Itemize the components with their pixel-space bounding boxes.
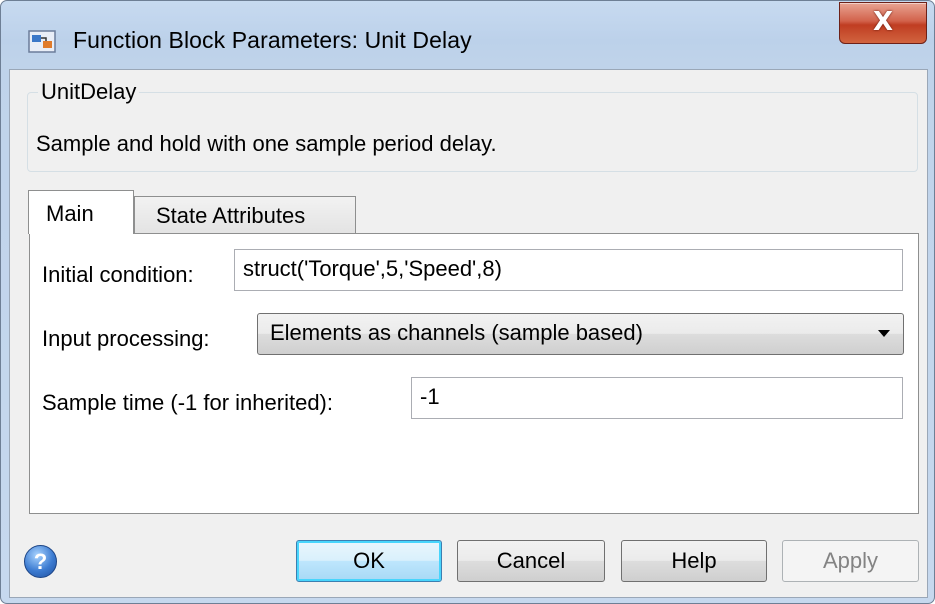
block-description: Sample and hold with one sample period d… xyxy=(36,131,497,156)
block-description-group: UnitDelay Sample and hold with one sampl… xyxy=(27,79,918,172)
sample-time-label: Sample time (-1 for inherited): xyxy=(42,390,333,415)
help-button[interactable]: Help xyxy=(621,540,767,582)
ok-button[interactable]: OK xyxy=(296,540,442,582)
input-processing-value: Elements as channels (sample based) xyxy=(270,320,643,345)
help-circle-icon[interactable]: ? xyxy=(24,545,57,578)
tab-main-label: Main xyxy=(46,201,94,226)
initial-condition-label: Initial condition: xyxy=(42,262,194,287)
title-bar[interactable]: Function Block Parameters: Unit Delay X xyxy=(1,1,934,67)
close-icon: X xyxy=(872,7,894,37)
sample-time-value: -1 xyxy=(420,384,440,409)
sample-time-field[interactable]: -1 xyxy=(411,377,903,419)
window-title: Function Block Parameters: Unit Delay xyxy=(73,27,472,53)
cancel-button[interactable]: Cancel xyxy=(457,540,605,582)
tab-state-attributes-label: State Attributes xyxy=(156,203,306,228)
tab-state-attributes[interactable]: State Attributes xyxy=(134,196,356,234)
simulink-block-icon xyxy=(28,30,56,53)
initial-condition-value: struct('Torque',5,'Speed',8) xyxy=(243,256,502,281)
chevron-down-icon xyxy=(878,330,890,337)
apply-button[interactable]: Apply xyxy=(782,540,919,582)
initial-condition-field[interactable]: struct('Torque',5,'Speed',8) xyxy=(234,249,903,291)
dialog-window: Function Block Parameters: Unit Delay X … xyxy=(0,0,935,604)
close-button[interactable]: X xyxy=(839,2,927,44)
main-tab-panel: Initial condition: struct('Torque',5,'Sp… xyxy=(29,233,919,514)
input-processing-dropdown[interactable]: Elements as channels (sample based) xyxy=(257,313,904,355)
tab-main[interactable]: Main xyxy=(28,190,134,234)
group-legend: UnitDelay xyxy=(38,79,140,105)
dialog-client-area: UnitDelay Sample and hold with one sampl… xyxy=(9,69,928,598)
input-processing-label: Input processing: xyxy=(42,326,210,351)
